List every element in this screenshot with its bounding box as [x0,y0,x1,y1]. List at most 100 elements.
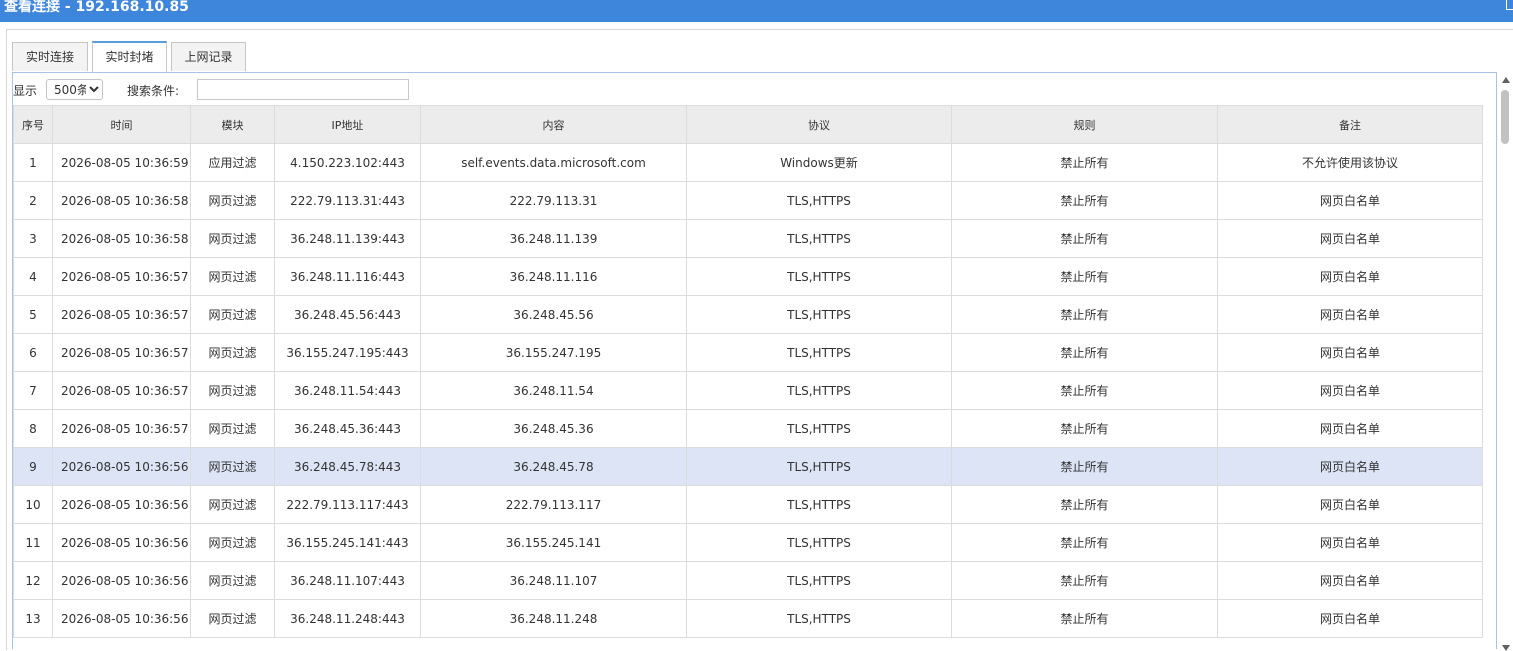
cell-time: 2026-08-05 10:36:57 [52,409,191,448]
cell-index: 6 [13,333,53,372]
cell-content: 36.155.245.141 [420,523,687,562]
table-row[interactable]: 5 2026-08-05 10:36:57 网页过滤 36.248.45.56:443… [13,295,1483,334]
cell-index: 4 [13,257,53,296]
table-row[interactable]: 4 2026-08-05 10:36:57 网页过滤 36.248.11.116:44… [13,257,1483,296]
tab-internet-records[interactable]: 上网记录 [171,42,246,71]
cell-index: 2 [13,181,53,220]
cell-remark: 网页白名单 [1217,447,1483,486]
cell-content: 36.248.45.56 [420,295,687,334]
cell-ip: 36.248.11.107:443 [274,561,421,600]
cell-content: 36.248.11.107 [420,561,687,600]
cell-time: 2026-08-05 10:36:56 [52,485,191,524]
cell-rule: 禁止所有 [951,295,1218,334]
cell-module: 网页过滤 [190,333,275,372]
col-header-time[interactable]: 时间 [52,105,191,144]
page-size-select[interactable]: 500条 [46,79,103,100]
cell-remark: 网页白名单 [1217,295,1483,334]
cell-protocol: TLS,HTTPS [686,561,952,600]
cell-index: 3 [13,219,53,258]
cell-protocol: Windows更新 [686,143,952,182]
cell-content: 36.248.11.116 [420,257,687,296]
col-header-content[interactable]: 内容 [420,105,687,144]
table-row[interactable]: 11 2026-08-05 10:36:56 网页过滤 36.155.245.141:… [13,523,1483,562]
scroll-up-icon[interactable] [1502,77,1510,83]
cell-remark: 网页白名单 [1217,371,1483,410]
table-row[interactable]: 8 2026-08-05 10:36:57 网页过滤 36.248.45.36:443… [13,409,1483,448]
cell-module: 网页过滤 [190,561,275,600]
cell-protocol: TLS,HTTPS [686,181,952,220]
table-row[interactable]: 9 2026-08-05 10:36:56 网页过滤 36.248.45.78:443… [13,447,1483,486]
col-header-remark[interactable]: 备注 [1217,105,1483,144]
cell-rule: 禁止所有 [951,143,1218,182]
col-header-ip[interactable]: IP地址 [274,105,421,144]
cell-module: 网页过滤 [190,181,275,220]
cell-time: 2026-08-05 10:36:58 [52,181,191,220]
cell-index: 13 [13,599,53,638]
table-row[interactable]: 12 2026-08-05 10:36:56 网页过滤 36.248.11.107:4… [13,561,1483,600]
cell-remark: 网页白名单 [1217,409,1483,448]
cell-protocol: TLS,HTTPS [686,371,952,410]
table-row[interactable]: 6 2026-08-05 10:36:57 网页过滤 36.155.247.195:4… [13,333,1483,372]
tab-realtime-blocking[interactable]: 实时封堵 [92,41,167,72]
cell-remark: 网页白名单 [1217,561,1483,600]
cell-ip: 4.150.223.102:443 [274,143,421,182]
cell-content: self.events.data.microsoft.com [420,143,687,182]
cell-rule: 禁止所有 [951,257,1218,296]
table-row[interactable]: 7 2026-08-05 10:36:57 网页过滤 36.248.11.54:443… [13,371,1483,410]
tab-realtime-connections[interactable]: 实时连接 [12,42,88,71]
cell-protocol: TLS,HTTPS [686,599,952,638]
cell-rule: 禁止所有 [951,371,1218,410]
cell-remark: 网页白名单 [1217,485,1483,524]
table-row[interactable]: 13 2026-08-05 10:36:56 网页过滤 36.248.11.248:4… [13,599,1483,638]
col-header-index[interactable]: 序号 [13,105,53,144]
table-row[interactable]: 2 2026-08-05 10:36:58 网页过滤 222.79.113.31:44… [13,181,1483,220]
cell-ip: 36.248.45.36:443 [274,409,421,448]
cell-index: 1 [13,143,53,182]
cell-index: 10 [13,485,53,524]
cell-ip: 36.155.245.141:443 [274,523,421,562]
cell-ip: 222.79.113.31:443 [274,181,421,220]
table-row[interactable]: 10 2026-08-05 10:36:56 网页过滤 222.79.113.117:… [13,485,1483,524]
cell-content: 36.248.45.36 [420,409,687,448]
cell-ip: 36.248.45.56:443 [274,295,421,334]
cell-module: 网页过滤 [190,485,275,524]
cell-time: 2026-08-05 10:36:56 [52,599,191,638]
cell-remark: 网页白名单 [1217,333,1483,372]
cell-protocol: TLS,HTTPS [686,333,952,372]
cell-module: 网页过滤 [190,523,275,562]
cell-rule: 禁止所有 [951,561,1218,600]
scroll-down-icon[interactable] [1502,645,1510,651]
cell-rule: 禁止所有 [951,333,1218,372]
cell-rule: 禁止所有 [951,181,1218,220]
table-row[interactable]: 1 2026-08-05 10:36:59 应用过滤 4.150.223.102:44… [13,143,1483,182]
cell-content: 222.79.113.117 [420,485,687,524]
search-label: 搜索条件: [127,84,180,98]
cell-index: 7 [13,371,53,410]
cell-module: 网页过滤 [190,371,275,410]
col-header-module[interactable]: 模块 [190,105,275,144]
col-header-protocol[interactable]: 协议 [686,105,952,144]
cell-ip: 36.248.11.248:443 [274,599,421,638]
cell-rule: 禁止所有 [951,599,1218,638]
cell-protocol: TLS,HTTPS [686,485,952,524]
cell-content: 36.248.11.54 [420,371,687,410]
cell-protocol: TLS,HTTPS [686,523,952,562]
cell-remark: 网页白名单 [1217,523,1483,562]
cell-rule: 禁止所有 [951,523,1218,562]
search-input[interactable] [197,79,409,100]
cell-remark: 网页白名单 [1217,599,1483,638]
cell-time: 2026-08-05 10:36:59 [52,143,191,182]
cell-index: 12 [13,561,53,600]
vertical-scrollbar[interactable] [1499,72,1513,651]
maximize-icon[interactable] [1506,0,1513,10]
cell-index: 9 [13,447,53,486]
col-header-rule[interactable]: 规则 [951,105,1218,144]
cell-module: 网页过滤 [190,219,275,258]
cell-ip: 36.248.45.78:443 [274,447,421,486]
table-row[interactable]: 3 2026-08-05 10:36:58 网页过滤 36.248.11.139:44… [13,219,1483,258]
table-header-row: 序号 时间 模块 IP地址 内容 协议 规则 备注 [13,105,1483,144]
cell-content: 36.248.45.78 [420,447,687,486]
cell-ip: 222.79.113.117:443 [274,485,421,524]
scroll-thumb[interactable] [1501,90,1509,144]
cell-time: 2026-08-05 10:36:56 [52,561,191,600]
